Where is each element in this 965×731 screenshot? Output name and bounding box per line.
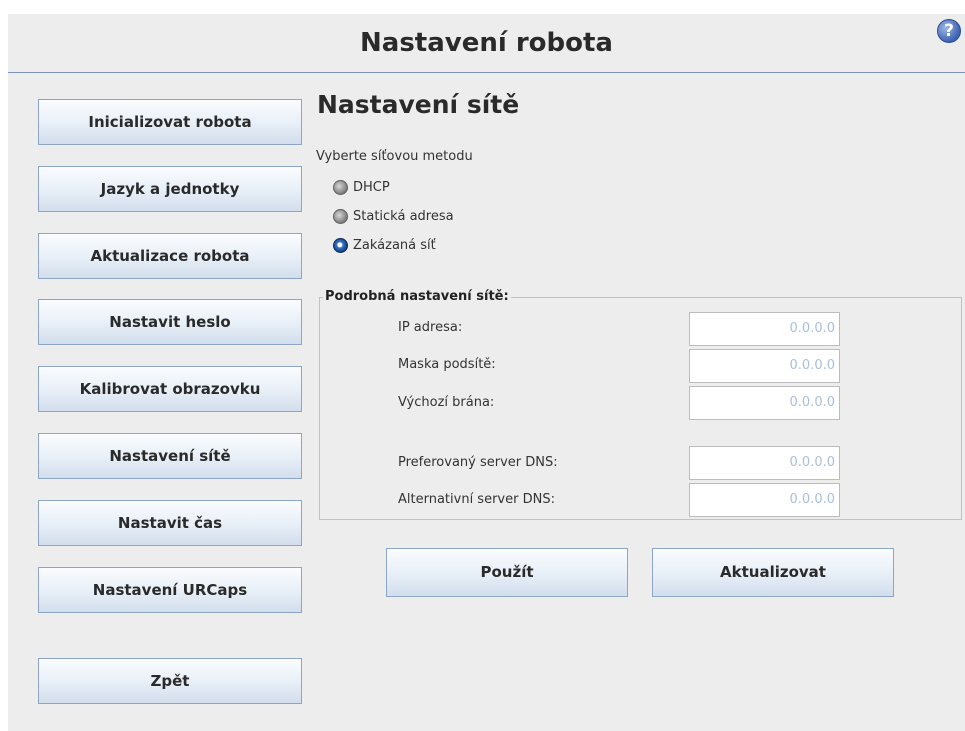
subnet-mask-field[interactable]: 0.0.0.0 [689,349,840,383]
ip-address-label: IP adresa: [398,320,463,335]
radio-static-label: Statická adresa [353,209,454,224]
radio-dhcp-label: DHCP [353,180,390,195]
sidebar-item-set-password[interactable]: Nastavit heslo [38,299,302,345]
section-title: Nastavení sítě [317,90,520,119]
ip-address-field[interactable]: 0.0.0.0 [689,312,840,346]
radio-dhcp[interactable]: DHCP [333,180,390,200]
alternate-dns-field[interactable]: 0.0.0.0 [689,483,840,517]
sidebar-item-update-robot[interactable]: Aktualizace robota [38,233,302,279]
sidebar-item-calibrate-screen[interactable]: Kalibrovat obrazovku [38,366,302,412]
sidebar-item-urcaps-settings[interactable]: Nastavení URCaps [38,567,302,613]
radio-unselected-icon[interactable] [333,209,348,224]
radio-static-address[interactable]: Statická adresa [333,209,454,229]
apply-button[interactable]: Použít [386,548,628,597]
sidebar-item-language-units[interactable]: Jazyk a jednotky [38,166,302,212]
sidebar-item-set-time[interactable]: Nastavit čas [38,500,302,546]
question-circle-icon[interactable]: ? [937,19,961,43]
page-title: Nastavení robota [360,28,613,58]
network-details-legend: Podrobná nastavení sítě: [323,289,511,304]
sidebar-item-initialize-robot[interactable]: Inicializovat robota [38,99,302,145]
network-method-label: Vyberte síťovou metodu [316,149,473,164]
refresh-button[interactable]: Aktualizovat [652,548,894,597]
subnet-mask-label: Maska podsítě: [398,357,496,372]
radio-selected-icon[interactable] [333,238,348,253]
radio-unselected-icon[interactable] [333,180,348,195]
default-gateway-label: Výchozí brána: [398,395,495,410]
alternate-dns-label: Alternativní server DNS: [398,492,555,507]
radio-disabled-network[interactable]: Zakázaná síť [333,238,436,258]
default-gateway-field[interactable]: 0.0.0.0 [689,386,840,420]
preferred-dns-label: Preferovaný server DNS: [398,455,558,470]
header-bar: Nastavení robota [8,14,965,73]
radio-disabled-label: Zakázaná síť [353,238,436,253]
sidebar-item-network-settings[interactable]: Nastavení sítě [38,433,302,479]
back-button[interactable]: Zpět [38,658,302,704]
preferred-dns-field[interactable]: 0.0.0.0 [689,446,840,480]
